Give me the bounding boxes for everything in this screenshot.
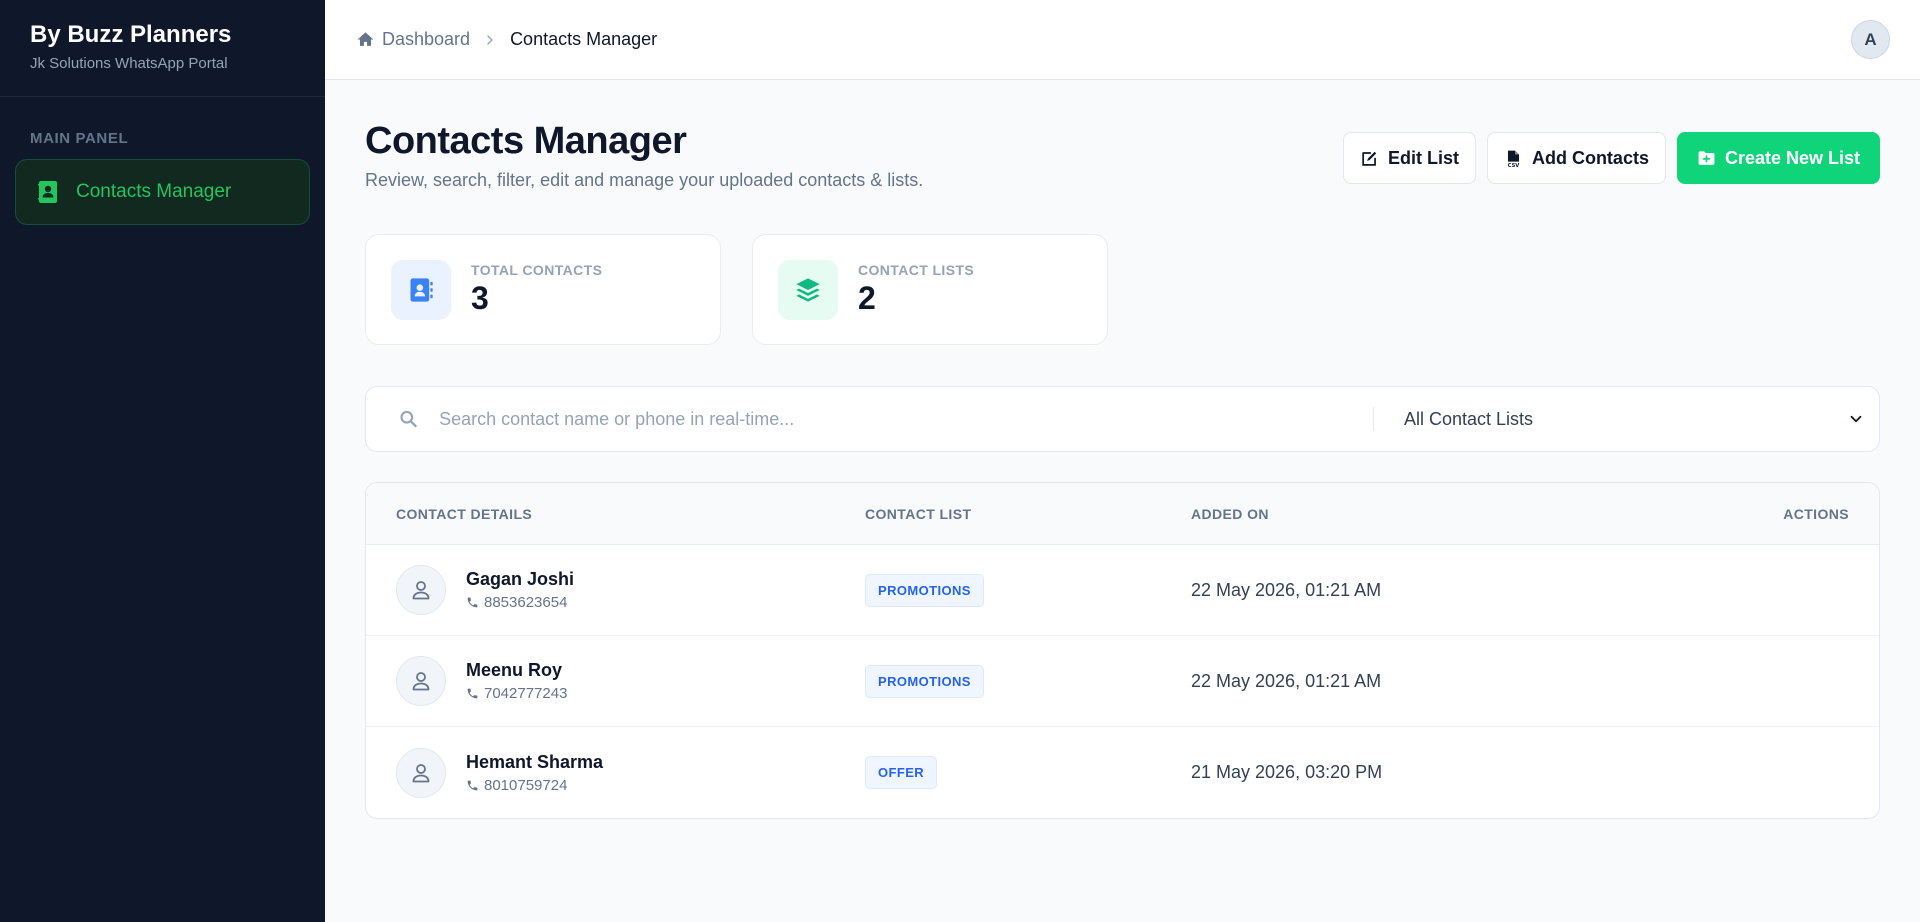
contact-avatar	[396, 747, 446, 798]
user-icon	[412, 763, 430, 782]
breadcrumb-dashboard-link[interactable]: Dashboard	[356, 29, 470, 50]
chevron-down-icon	[1850, 415, 1862, 423]
sidebar: By Buzz Planners Jk Solutions WhatsApp P…	[0, 0, 325, 922]
contact-name: Hemant Sharma	[466, 751, 604, 772]
phone-icon	[467, 597, 478, 608]
main-area: Dashboard Contacts Manager A Contacts Ma…	[325, 0, 1920, 922]
column-header-contact-list: CONTACT LIST	[865, 505, 972, 522]
stat-text: CONTACT LISTS 2	[858, 262, 974, 317]
list-badge: PROMOTIONS	[865, 664, 984, 698]
add-contacts-button[interactable]: CSV Add Contacts	[1486, 132, 1666, 184]
added-on-cell: 21 May 2026, 03:20 PM	[1191, 762, 1383, 782]
contact-details: Gagan Joshi 8853623654	[396, 565, 865, 615]
breadcrumb-current: Contacts Manager	[510, 29, 658, 49]
table-row[interactable]: Meenu Roy 7042777243 PROMOTIONS 22 May 2…	[366, 636, 1879, 727]
topbar: Dashboard Contacts Manager A	[325, 0, 1920, 80]
brand: By Buzz Planners Jk Solutions WhatsApp P…	[0, 0, 325, 97]
contact-details: Hemant Sharma 8010759724	[396, 747, 865, 798]
contacts-table: CONTACT DETAILS CONTACT LIST ADDED ON AC…	[365, 482, 1880, 819]
user-icon	[412, 672, 430, 691]
title-block: Contacts Manager Review, search, filter,…	[365, 118, 923, 191]
stat-value: 3	[471, 280, 489, 316]
phone-icon	[467, 688, 478, 699]
brand-title: By Buzz Planners	[30, 21, 232, 48]
contact-list-cell: PROMOTIONS	[865, 664, 1191, 698]
contact-phone: 8010759724	[484, 776, 568, 794]
contact-phone: 8853623654	[484, 594, 568, 611]
stat-card-total-contacts: TOTAL CONTACTS 3	[365, 234, 721, 345]
contact-list-cell: OFFER	[865, 756, 1191, 789]
page-header: Contacts Manager Review, search, filter,…	[365, 118, 1880, 191]
contact-text: Gagan Joshi 8853623654	[466, 569, 574, 611]
contact-phone: 7042777243	[484, 685, 568, 702]
breadcrumb: Dashboard Contacts Manager	[356, 29, 657, 50]
added-on-cell: 22 May 2026, 01:21 AM	[1191, 579, 1382, 600]
table-row[interactable]: Gagan Joshi 8853623654 PROMOTIONS 22 May…	[366, 545, 1879, 636]
search-box	[366, 387, 1373, 451]
svg-text:CSV: CSV	[1508, 162, 1520, 167]
edit-list-label: Edit List	[1387, 147, 1459, 168]
contact-avatar	[396, 565, 446, 615]
contact-avatar	[396, 656, 446, 706]
stat-value: 2	[858, 280, 876, 316]
added-on-cell: 22 May 2026, 01:21 AM	[1191, 670, 1382, 691]
stat-label: CONTACT LISTS	[858, 262, 975, 278]
brand-subtitle: Jk Solutions WhatsApp Portal	[30, 55, 228, 72]
contact-list-select-value: All Contact Lists	[1404, 408, 1534, 429]
page-subtitle: Review, search, filter, edit and manage …	[365, 170, 924, 190]
user-avatar[interactable]: A	[1851, 20, 1890, 59]
sidebar-section-label: MAIN PANEL	[30, 130, 129, 147]
table-row[interactable]: Hemant Sharma 8010759724 OFFER 21 May 20…	[366, 727, 1879, 818]
folder-plus-icon	[1698, 150, 1715, 165]
search-input[interactable]	[439, 408, 1373, 430]
sidebar-item-contacts-manager[interactable]: Contacts Manager	[15, 159, 310, 225]
column-header-contact-details: CONTACT DETAILS	[396, 505, 533, 522]
sidebar-item-label: Contacts Manager	[76, 181, 232, 202]
page-content: Contacts Manager Review, search, filter,…	[325, 80, 1920, 819]
contact-book-icon	[36, 180, 60, 204]
layers-icon	[778, 259, 838, 320]
home-icon	[357, 32, 374, 46]
stats-row: TOTAL CONTACTS 3 CONTACT LISTS 2	[365, 234, 1880, 345]
page-title: Contacts Manager	[365, 120, 687, 162]
user-icon	[412, 581, 430, 600]
contact-details: Meenu Roy 7042777243	[396, 656, 865, 706]
contact-text: Meenu Roy 7042777243	[466, 660, 567, 702]
stat-label: TOTAL CONTACTS	[471, 262, 603, 278]
edit-list-button[interactable]: Edit List	[1342, 132, 1476, 184]
contact-phone-line: 8853623654	[466, 594, 574, 611]
contact-list-select[interactable]: All Contact Lists	[1374, 387, 1879, 451]
filter-bar: All Contact Lists	[365, 386, 1880, 452]
phone-icon	[467, 780, 478, 790]
breadcrumb-home-label: Dashboard	[382, 29, 471, 49]
contact-phone-line: 8010759724	[466, 777, 603, 794]
header-actions: Edit List CSV Add Contacts Create New Li…	[1342, 132, 1880, 184]
edit-icon	[1362, 151, 1377, 166]
address-book-icon	[391, 259, 451, 320]
create-new-list-label: Create New List	[1724, 147, 1860, 168]
table-header: CONTACT DETAILS CONTACT LIST ADDED ON AC…	[366, 483, 1879, 545]
contact-name: Meenu Roy	[466, 660, 563, 680]
list-badge: PROMOTIONS	[865, 573, 984, 607]
contact-text: Hemant Sharma 8010759724	[466, 752, 603, 794]
stat-card-contact-lists: CONTACT LISTS 2	[752, 234, 1108, 345]
add-contacts-label: Add Contacts	[1531, 147, 1649, 168]
contact-name: Gagan Joshi	[466, 569, 575, 589]
column-header-actions: ACTIONS	[1783, 505, 1849, 522]
create-new-list-button[interactable]: Create New List	[1676, 132, 1880, 184]
stat-text: TOTAL CONTACTS 3	[471, 262, 602, 317]
list-badge: OFFER	[865, 756, 938, 789]
csv-file-icon: CSV	[1508, 150, 1520, 168]
contact-list-cell: PROMOTIONS	[865, 573, 1191, 607]
contact-phone-line: 7042777243	[466, 685, 567, 702]
search-icon	[400, 410, 417, 428]
chevron-right-icon	[487, 34, 494, 45]
column-header-added-on: ADDED ON	[1191, 505, 1269, 522]
